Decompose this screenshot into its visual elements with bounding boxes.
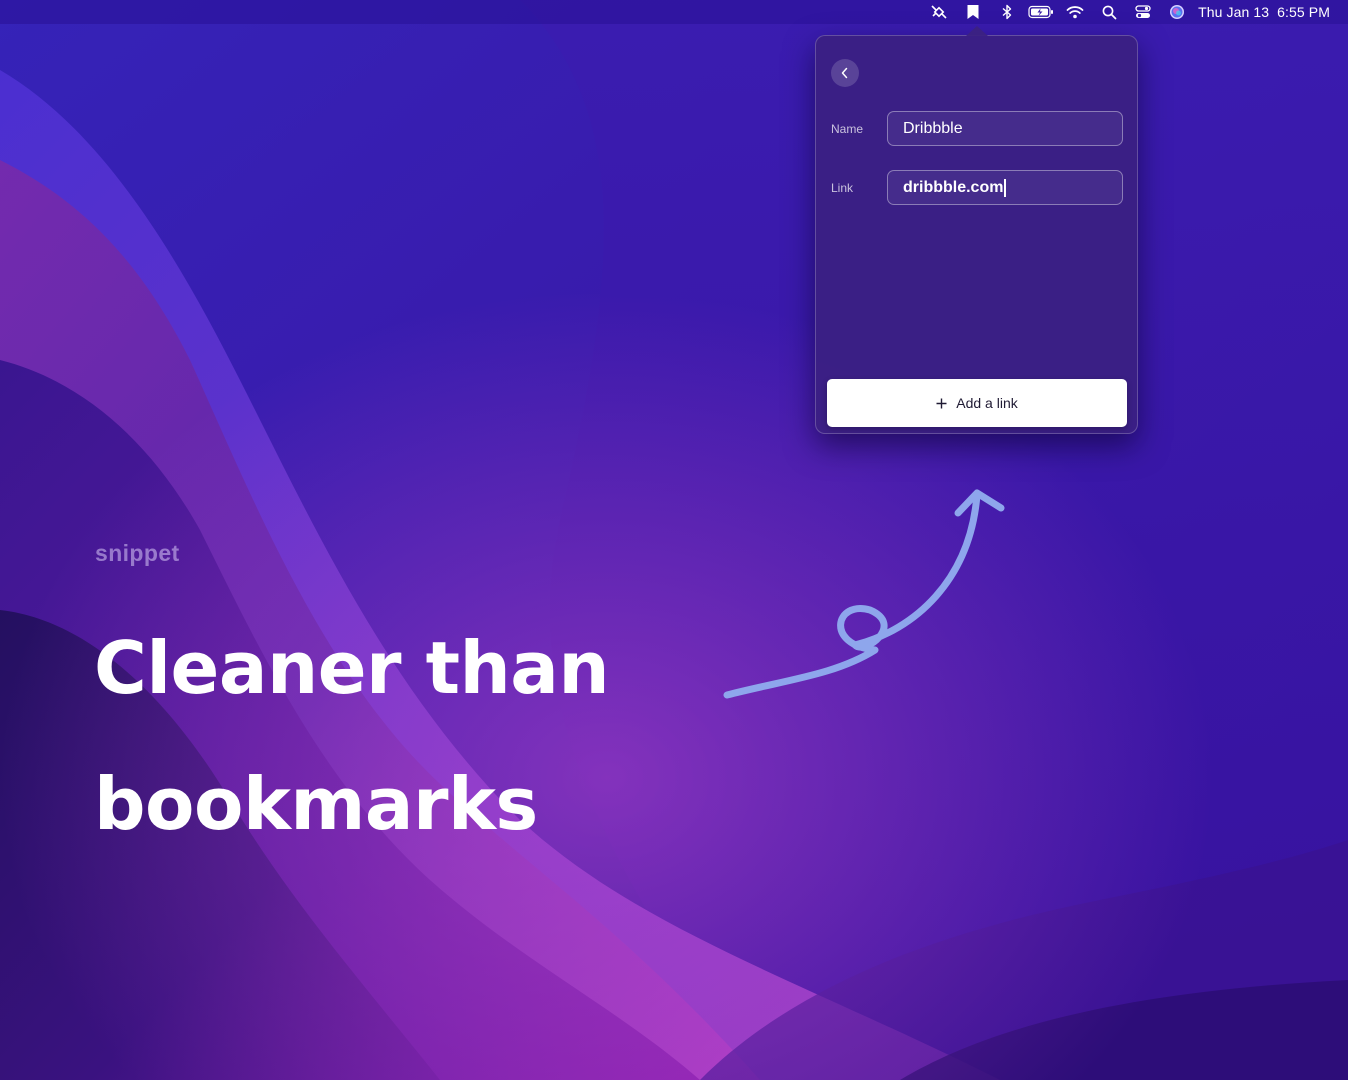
back-button[interactable]	[831, 59, 859, 87]
menu-bar: Thu Jan 13 6:55 PM	[0, 0, 1348, 24]
chevron-left-icon	[841, 67, 848, 79]
bluetooth-icon[interactable]	[990, 0, 1024, 24]
add-link-button-label: Add a link	[956, 395, 1018, 411]
brand-name: snippet	[95, 540, 180, 566]
headline: Cleaner than bookmarks	[94, 600, 610, 872]
clock-time: 6:55 PM	[1277, 4, 1330, 20]
plus-icon	[936, 398, 947, 408]
search-icon[interactable]	[1092, 0, 1126, 24]
control-center-icon[interactable]	[1126, 0, 1160, 24]
desktop-wallpaper	[0, 0, 1348, 1080]
headline-line-1: Cleaner than	[94, 626, 610, 710]
siri-icon[interactable]	[1160, 0, 1194, 24]
name-label: Name	[831, 122, 864, 136]
headline-line-2: bookmarks	[94, 762, 538, 846]
bookmark-icon[interactable]	[956, 0, 990, 24]
clock-date: Thu Jan 13	[1198, 4, 1270, 20]
add-link-popover: Name Link dribbble.com Add a link	[815, 35, 1138, 434]
menu-bar-status-items: Thu Jan 13 6:55 PM	[922, 0, 1330, 24]
text-caret	[1004, 178, 1006, 197]
battery-icon[interactable]	[1024, 0, 1058, 24]
link-input-value: dribbble.com	[903, 178, 1004, 196]
curved-arrow-icon	[715, 480, 1015, 715]
link-label: Link	[831, 181, 854, 195]
name-input[interactable]	[887, 111, 1123, 146]
add-link-button[interactable]: Add a link	[827, 379, 1127, 427]
popover-arrow	[966, 26, 988, 36]
satellite-icon[interactable]	[922, 0, 956, 24]
link-input[interactable]: dribbble.com	[887, 170, 1123, 205]
menu-bar-clock[interactable]: Thu Jan 13 6:55 PM	[1198, 4, 1330, 20]
wifi-icon[interactable]	[1058, 0, 1092, 24]
